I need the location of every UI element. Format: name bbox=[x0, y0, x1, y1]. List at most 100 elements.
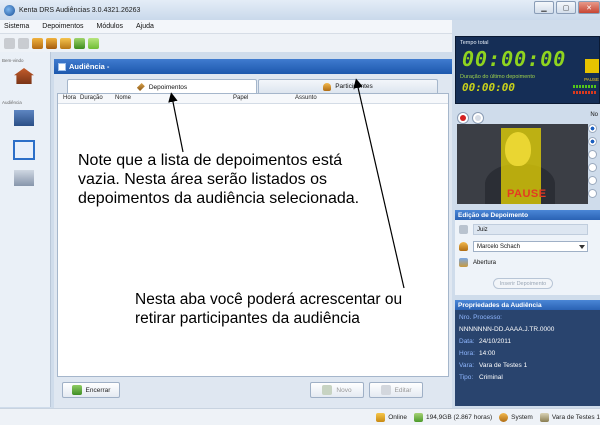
status-vara-text: Vara de Testes 1 bbox=[551, 413, 600, 421]
pencil-icon bbox=[380, 385, 391, 395]
menu-depoimentos[interactable]: Depoimentos bbox=[42, 23, 83, 30]
people-icon[interactable] bbox=[46, 37, 57, 49]
vara-label: Vara: bbox=[459, 362, 475, 369]
tempo-total-value: 00:00:00 bbox=[462, 47, 567, 71]
column-assunto[interactable]: Assunto bbox=[295, 95, 317, 101]
status-vara: Vara de Testes 1 bbox=[539, 412, 600, 422]
tempo-total-label: Tempo total bbox=[460, 40, 489, 46]
sidebar-label-audiencia: Audiência bbox=[2, 100, 22, 105]
sidebar-label-bem-vindo: Bem-vindo bbox=[2, 58, 24, 63]
processo-value: NNNNNNN-DD.AAAA.J.TR.0000 bbox=[459, 326, 555, 333]
column-hora[interactable]: Hora bbox=[63, 95, 76, 101]
audiencia-header: Audiência - bbox=[54, 59, 452, 74]
person-icon bbox=[459, 242, 468, 251]
menu-ajuda[interactable]: Ajuda bbox=[136, 23, 154, 30]
tab-depoimentos-label: Depoimentos bbox=[148, 83, 188, 91]
status-disk: 194,9GB (2.867 horas) bbox=[414, 412, 493, 422]
camera-radio-4[interactable] bbox=[588, 163, 597, 172]
duracao-label: Duração do último depoimento bbox=[460, 74, 535, 80]
window-icon bbox=[58, 62, 66, 71]
chevron-down-icon bbox=[579, 245, 585, 249]
sidebar: Bem-vindo Audiência bbox=[0, 52, 51, 407]
edicao-panel: Juiz Marcelo Schach Abertura Inserir Dep… bbox=[455, 220, 600, 295]
column-papel[interactable]: Papel bbox=[233, 95, 248, 101]
gavel-icon[interactable] bbox=[14, 110, 34, 126]
tab-depoimentos[interactable]: Depoimentos bbox=[67, 79, 257, 94]
papel-value: Juiz bbox=[477, 226, 488, 233]
menu-bar: Sistema Depoimentos Módulos Ajuda bbox=[0, 20, 452, 34]
novo-button[interactable]: Novo bbox=[310, 382, 364, 398]
menu-sistema[interactable]: Sistema bbox=[4, 23, 29, 30]
edicao-header: Edição de Depoimento bbox=[455, 210, 600, 220]
pause-tag: PAUSE bbox=[584, 77, 599, 82]
column-nome[interactable]: Nome bbox=[115, 95, 131, 101]
menu-modulos[interactable]: Módulos bbox=[97, 23, 123, 30]
status-bar: Online 194,9GB (2.867 horas) System Vara… bbox=[0, 408, 600, 425]
audio-level-meter-2 bbox=[573, 91, 597, 94]
novo-label: Novo bbox=[336, 386, 352, 394]
pause-button[interactable] bbox=[472, 112, 484, 124]
disk-icon bbox=[414, 412, 424, 422]
video-pause-text: PAUSE bbox=[507, 188, 547, 200]
toolbar bbox=[0, 34, 452, 52]
key-icon bbox=[136, 83, 145, 91]
column-duracao[interactable]: Duração bbox=[80, 95, 103, 101]
maximize-button[interactable]: ▢ bbox=[556, 1, 576, 14]
duracao-value: 00:00:00 bbox=[462, 81, 515, 94]
editar-label: Editar bbox=[394, 386, 412, 394]
camera-radio-6[interactable] bbox=[588, 189, 597, 198]
camera-radio-1[interactable] bbox=[588, 124, 597, 133]
app-logo-icon bbox=[4, 4, 15, 16]
add-person-icon[interactable] bbox=[32, 37, 43, 49]
record-button[interactable] bbox=[457, 112, 469, 124]
minimize-button[interactable]: ▁ bbox=[534, 1, 554, 14]
home-icon[interactable] bbox=[14, 68, 34, 84]
camera-radio-5[interactable] bbox=[588, 176, 597, 185]
column-headers: Hora Duração Nome Papel Assunto bbox=[58, 94, 448, 104]
annotation-note-2: Nesta aba você poderá acrescentar ou ret… bbox=[135, 291, 403, 327]
tipo-label: Tipo: bbox=[459, 374, 474, 381]
data-label: Data: bbox=[459, 338, 475, 345]
processo-label: Nro. Processo: bbox=[459, 314, 502, 321]
video-preview: PAUSE bbox=[457, 124, 588, 204]
edit-disabled-icon[interactable] bbox=[18, 37, 29, 49]
status-online: Online bbox=[376, 412, 408, 422]
tab-participantes-label: Participantes bbox=[335, 83, 373, 90]
list-view-icon[interactable] bbox=[13, 140, 35, 160]
encerrar-button[interactable]: Encerrar bbox=[62, 382, 120, 398]
status-online-text: Online bbox=[388, 413, 408, 421]
audiencia-title: Audiência - bbox=[69, 62, 110, 71]
camera-radio-2[interactable] bbox=[588, 137, 597, 146]
close-button[interactable]: ✕ bbox=[578, 1, 600, 14]
nome-select[interactable]: Marcelo Schach bbox=[473, 241, 588, 252]
remove-person-icon[interactable] bbox=[60, 37, 71, 49]
list-actions: Encerrar Novo Editar bbox=[57, 379, 449, 401]
vara-value: Vara de Testes 1 bbox=[479, 362, 528, 369]
papel-field[interactable]: Juiz bbox=[473, 224, 588, 235]
pencil-note-icon bbox=[459, 258, 468, 267]
pencil-icon[interactable] bbox=[4, 37, 15, 49]
record-icon bbox=[460, 115, 466, 121]
document-settings-icon[interactable] bbox=[14, 170, 34, 186]
papel-row: Juiz bbox=[459, 224, 588, 235]
assunto-value[interactable]: Abertura bbox=[473, 260, 496, 266]
status-user-text: System bbox=[511, 413, 533, 421]
tab-participantes[interactable]: Participantes bbox=[258, 79, 438, 93]
pause-icon bbox=[475, 115, 481, 121]
recorder-panel: Tempo total 00:00:00 Duração do último d… bbox=[452, 20, 600, 408]
status-disk-text: 194,9GB (2.867 horas) bbox=[426, 413, 493, 421]
checklist-icon[interactable] bbox=[74, 37, 85, 49]
nome-row: Marcelo Schach bbox=[459, 241, 588, 252]
inserir-depoimento-button[interactable]: Inserir Depoimento bbox=[493, 278, 553, 289]
id-card-icon bbox=[459, 225, 468, 234]
app-window: Kenta DRS Audiências 3.0.4321.26263 ▁ ▢ … bbox=[0, 0, 600, 425]
camera-radio-3[interactable] bbox=[588, 150, 597, 159]
editar-button[interactable]: Editar bbox=[369, 382, 423, 398]
status-user: System bbox=[499, 412, 533, 422]
audio-level-meter bbox=[573, 85, 597, 88]
propriedades-header: Propriedades da Audiência bbox=[455, 300, 600, 310]
pause-indicator-icon bbox=[585, 59, 599, 73]
tab-area: Depoimentos Participantes Hora Duração N… bbox=[54, 74, 452, 408]
depoimentos-list[interactable]: Hora Duração Nome Papel Assunto bbox=[57, 93, 449, 377]
play-icon[interactable] bbox=[88, 37, 99, 49]
